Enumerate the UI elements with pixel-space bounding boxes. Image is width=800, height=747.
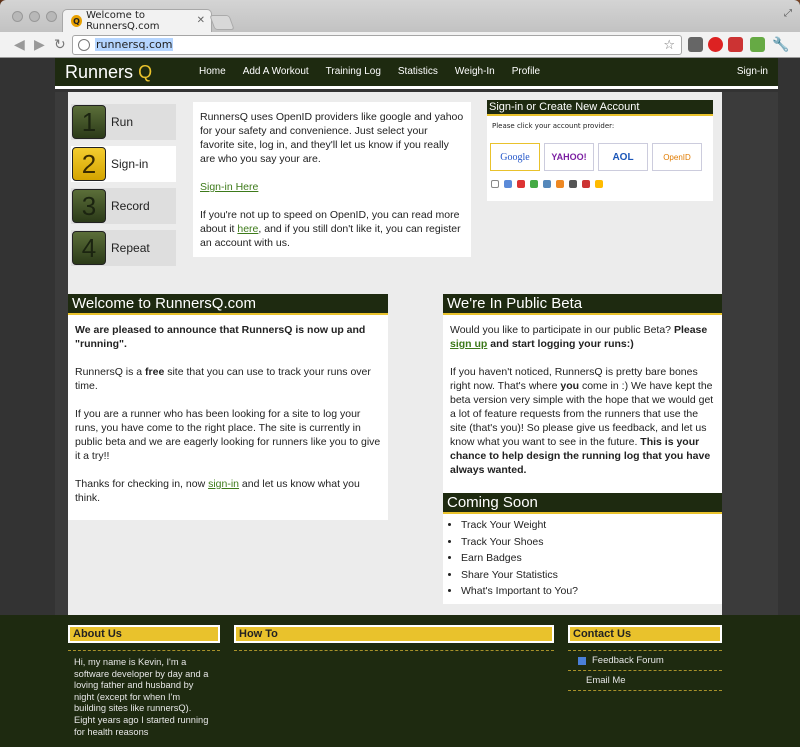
favicon-icon: Q bbox=[71, 15, 83, 27]
contact-us-title: Contact Us bbox=[568, 625, 722, 643]
new-tab-button[interactable] bbox=[209, 15, 235, 30]
signin-box: Sign-in or Create New Account Please cli… bbox=[487, 100, 713, 201]
wrench-icon[interactable]: 🔧 bbox=[772, 37, 789, 53]
beta-panel: We're In Public Beta Would you like to p… bbox=[443, 294, 722, 604]
small-provider-icons bbox=[491, 180, 603, 188]
list-item: Earn Badges bbox=[461, 550, 722, 567]
opera-extension-icon[interactable] bbox=[708, 37, 723, 52]
flickr-icon[interactable] bbox=[517, 180, 525, 188]
nav-add-workout[interactable]: Add A Workout bbox=[243, 66, 309, 77]
how-to-section: How To bbox=[234, 625, 554, 651]
site-logo[interactable]: Runners Q bbox=[65, 62, 152, 83]
nav-profile[interactable]: Profile bbox=[512, 66, 540, 77]
fullscreen-icon[interactable]: ⤢ bbox=[784, 8, 792, 19]
provider-icon[interactable] bbox=[530, 180, 538, 188]
nav-statistics[interactable]: Statistics bbox=[398, 66, 438, 77]
reload-icon[interactable]: ↻ bbox=[54, 37, 66, 53]
provider-icon[interactable] bbox=[569, 180, 577, 188]
about-us-section: About Us Hi, my name is Kevin, I'm a sof… bbox=[68, 625, 220, 744]
blogger-icon[interactable] bbox=[556, 180, 564, 188]
browser-tab[interactable]: Q Welcome to RunnersQ.com ✕ bbox=[62, 9, 212, 32]
yahoo-provider-button[interactable]: YAHOO! bbox=[544, 143, 594, 171]
extension-icon[interactable] bbox=[728, 37, 743, 52]
provider-list: Google YAHOO! AOL OpenID bbox=[490, 143, 702, 171]
bookmark-star-icon[interactable]: ☆ bbox=[663, 37, 675, 55]
signin-here-link[interactable]: Sign-in Here bbox=[200, 181, 258, 193]
step-signin: 2 Sign-in bbox=[71, 146, 176, 182]
feedback-forum-link[interactable]: Feedback Forum bbox=[568, 651, 722, 671]
nav-weigh-in[interactable]: Weigh-In bbox=[455, 66, 495, 77]
extension-icon[interactable] bbox=[688, 37, 703, 52]
nav-home[interactable]: Home bbox=[199, 66, 226, 77]
tab-bar: Q Welcome to RunnersQ.com ✕ ⤢ bbox=[0, 0, 800, 32]
provider-icon[interactable] bbox=[595, 180, 603, 188]
how-to-title: How To bbox=[234, 625, 554, 643]
globe-icon bbox=[78, 39, 90, 51]
header-signin-link[interactable]: Sign-in bbox=[737, 66, 768, 77]
page-gutter-right bbox=[722, 92, 778, 615]
contact-us-section: Contact Us Feedback Forum Email Me bbox=[568, 625, 722, 691]
provider-icon[interactable] bbox=[504, 180, 512, 188]
google-provider-button[interactable]: Google bbox=[490, 143, 540, 171]
tab-title: Welcome to RunnersQ.com bbox=[86, 10, 160, 32]
openid-provider-button[interactable]: OpenID bbox=[652, 143, 702, 171]
aol-provider-button[interactable]: AOL bbox=[598, 143, 648, 171]
back-icon[interactable]: ◀ bbox=[14, 37, 25, 53]
coming-soon-list: Track Your Weight Track Your Shoes Earn … bbox=[443, 514, 722, 600]
beta-title: We're In Public Beta bbox=[443, 294, 722, 315]
nav-training-log[interactable]: Training Log bbox=[326, 66, 381, 77]
site-header: Runners Q Home Add A Workout Training Lo… bbox=[55, 58, 778, 89]
forward-icon[interactable]: ▶ bbox=[34, 37, 45, 53]
url-text: runnersq.com bbox=[95, 38, 174, 51]
lock-icon[interactable] bbox=[491, 180, 499, 188]
address-bar[interactable]: runnersq.com ☆ bbox=[72, 35, 682, 55]
feedback-icon bbox=[578, 656, 586, 665]
list-item: Share Your Statistics bbox=[461, 567, 722, 584]
signin-box-title: Sign-in or Create New Account bbox=[487, 100, 713, 116]
welcome-title: Welcome to RunnersQ.com bbox=[68, 294, 388, 315]
welcome-signin-link[interactable]: sign-in bbox=[208, 478, 239, 490]
close-icon[interactable]: ✕ bbox=[197, 15, 205, 26]
list-item: Track Your Weight bbox=[461, 517, 722, 534]
email-me-link[interactable]: Email Me bbox=[568, 671, 722, 691]
extension-icon[interactable] bbox=[750, 37, 765, 52]
browser-toolbar: ◀ ▶ ↻ runnersq.com ☆ 🔧 bbox=[0, 32, 800, 58]
step-run: 1 Run bbox=[71, 104, 176, 140]
wordpress-icon[interactable] bbox=[543, 180, 551, 188]
list-item: Track Your Shoes bbox=[461, 534, 722, 551]
site-footer: About Us Hi, my name is Kevin, I'm a sof… bbox=[0, 615, 800, 747]
main-nav: Home Add A Workout Training Log Statisti… bbox=[199, 66, 540, 77]
browser-window: Q Welcome to RunnersQ.com ✕ ⤢ ◀ ▶ ↻ runn… bbox=[0, 0, 800, 747]
signup-link[interactable]: sign up bbox=[450, 338, 487, 350]
window-controls[interactable] bbox=[12, 11, 57, 22]
list-item: What's Important to You? bbox=[461, 583, 722, 600]
openid-intro: RunnersQ uses OpenID providers like goog… bbox=[193, 102, 471, 257]
page-gutter-left bbox=[55, 92, 68, 615]
step-record: 3 Record bbox=[71, 188, 176, 224]
openid-here-link[interactable]: here bbox=[237, 223, 258, 235]
main-content: 1 Run 2 Sign-in 3 Record 4 Repeat RunnersQ u… bbox=[68, 92, 722, 615]
step-repeat: 4 Repeat bbox=[71, 230, 176, 266]
welcome-panel: Welcome to RunnersQ.com We are pleased t… bbox=[68, 294, 388, 520]
about-us-title: About Us bbox=[68, 625, 220, 643]
coming-soon-title: Coming Soon bbox=[443, 493, 722, 514]
provider-icon[interactable] bbox=[582, 180, 590, 188]
